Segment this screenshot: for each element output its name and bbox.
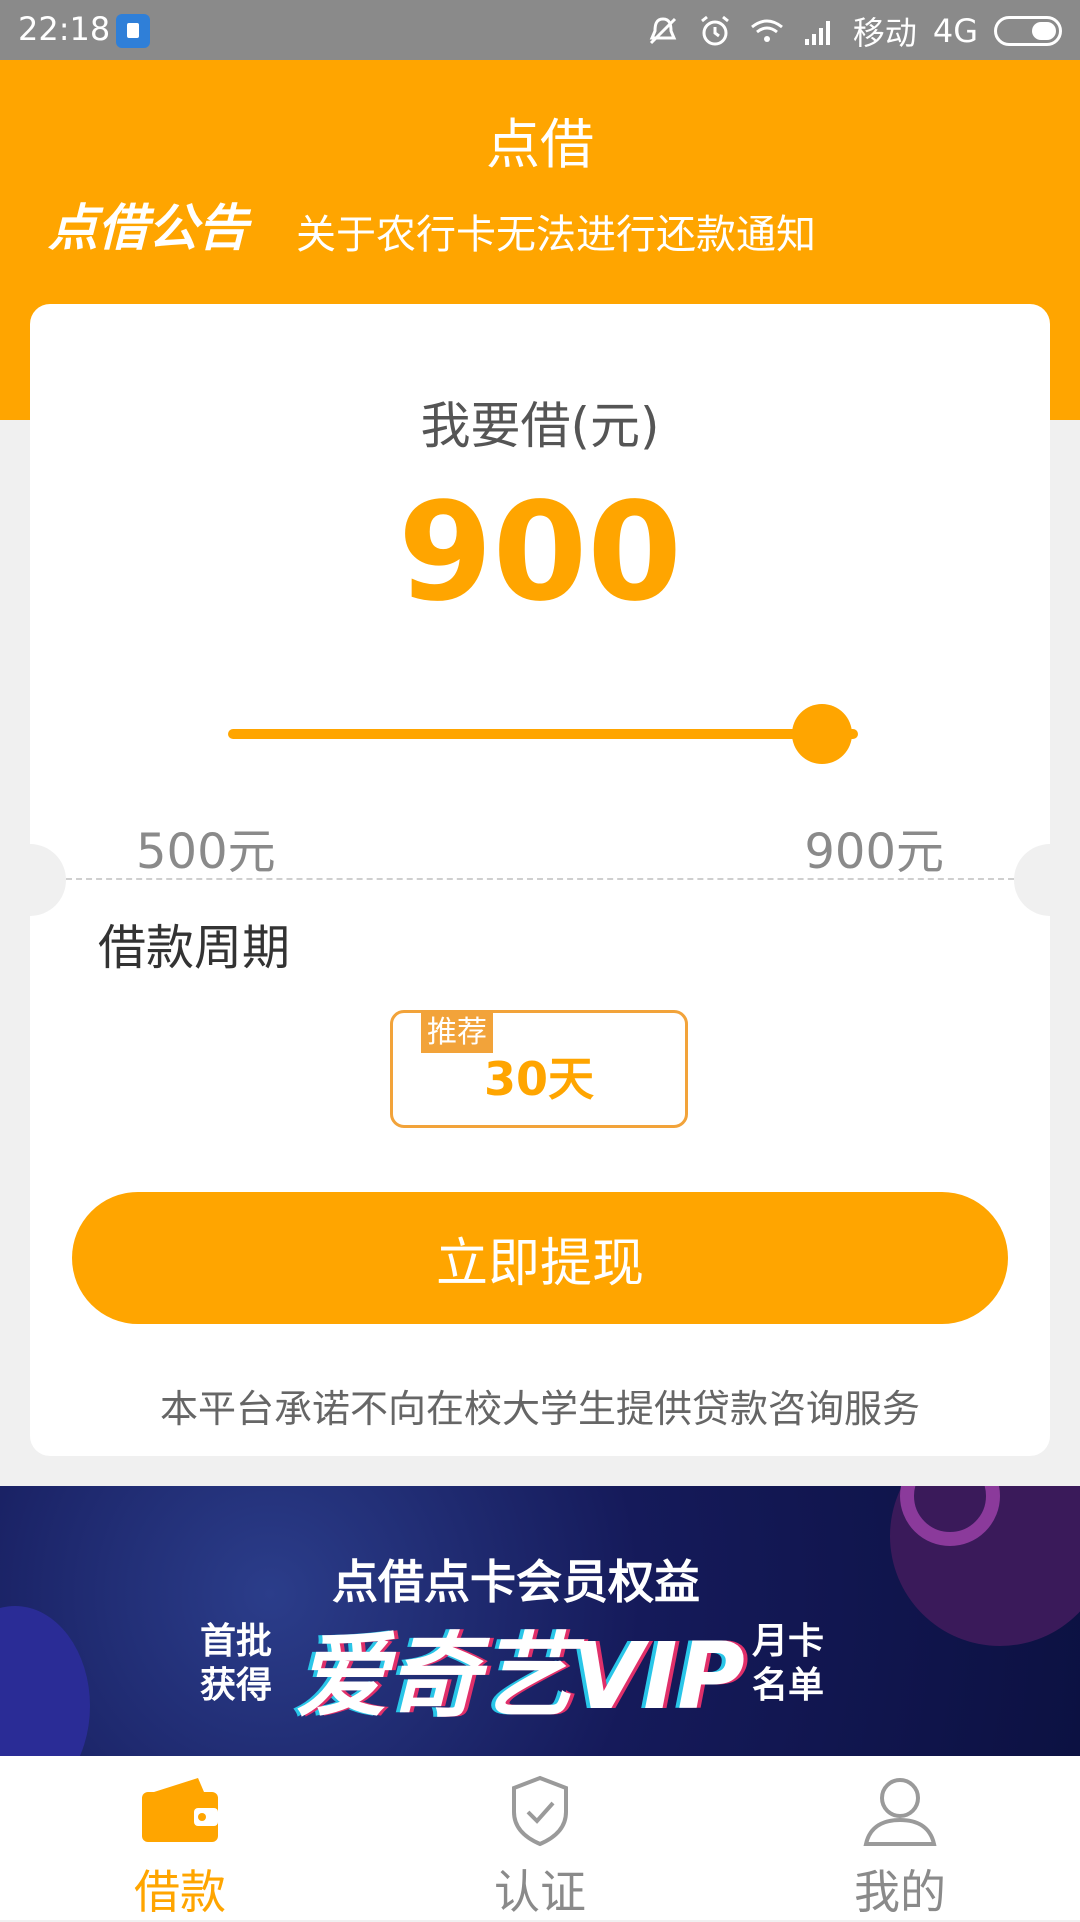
period-option-label: 30天 xyxy=(483,1052,594,1106)
slider-max-label: 900元 xyxy=(804,824,944,880)
wifi-icon xyxy=(750,19,783,42)
notice-label: 点借公告 xyxy=(48,199,248,257)
loan-card: 我要借(元) 900 500元 900元 借款周期 推荐 30天 立即提现 本平… xyxy=(0,304,1080,1456)
nav-item-certification[interactable]: 认证 xyxy=(430,1756,650,1920)
withdraw-button[interactable]: 立即提现 xyxy=(72,1192,1008,1324)
nav-label-mine: 我的 xyxy=(854,1865,946,1919)
mute-icon xyxy=(649,17,677,45)
nav-item-loan[interactable]: 借款 xyxy=(70,1756,290,1920)
period-option-30-days[interactable]: 推荐 30天 xyxy=(390,1010,688,1128)
amount-slider-track[interactable] xyxy=(228,729,858,739)
page-title: 点借 xyxy=(486,113,594,176)
carrier-label: 移动 xyxy=(852,14,917,52)
banner-right-tag: 月卡名单 xyxy=(752,1621,825,1706)
card-notch-right xyxy=(1014,844,1080,916)
banner-left-tag: 首批获得 xyxy=(200,1621,273,1706)
alarm-icon xyxy=(700,15,729,46)
banner-decoration xyxy=(0,1606,90,1756)
amount-slider-handle[interactable] xyxy=(792,704,852,764)
disclaimer-text: 本平台承诺不向在校大学生提供贷款咨询服务 xyxy=(159,1387,920,1431)
status-icons: 移动 4G xyxy=(645,8,1062,54)
nav-label-loan: 借款 xyxy=(134,1865,226,1919)
user-icon xyxy=(863,1778,937,1846)
card-notch-left xyxy=(0,844,66,916)
slider-min-label: 500元 xyxy=(136,824,276,880)
amount-value: 900 xyxy=(398,474,682,632)
promo-banner[interactable]: 点借点卡会员权益 首批获得 爱奇艺VIP 月卡名单 xyxy=(0,1486,1080,1756)
amount-label: 我要借(元) xyxy=(420,397,660,455)
notice-text[interactable]: 关于农行卡无法进行还款通知 xyxy=(296,202,816,260)
bottom-navigation: 借款 认证 我的 xyxy=(0,1756,1080,1920)
shield-check-icon xyxy=(512,1775,568,1847)
period-label: 借款周期 xyxy=(98,920,291,976)
nav-item-mine[interactable]: 我的 xyxy=(790,1756,1010,1920)
network-label: 4G xyxy=(932,12,978,50)
card-divider xyxy=(66,878,1014,880)
signal-icon xyxy=(804,21,830,45)
battery-icon xyxy=(994,16,1062,46)
nav-label-certification: 认证 xyxy=(494,1865,586,1919)
wallet-icon xyxy=(142,1778,218,1842)
app-notification-icon xyxy=(116,14,150,48)
status-bar: 22:18 移动 4G xyxy=(0,0,1080,60)
status-time: 22:18 xyxy=(18,10,111,48)
banner-vip-text: 爱奇艺VIP xyxy=(296,1623,745,1730)
